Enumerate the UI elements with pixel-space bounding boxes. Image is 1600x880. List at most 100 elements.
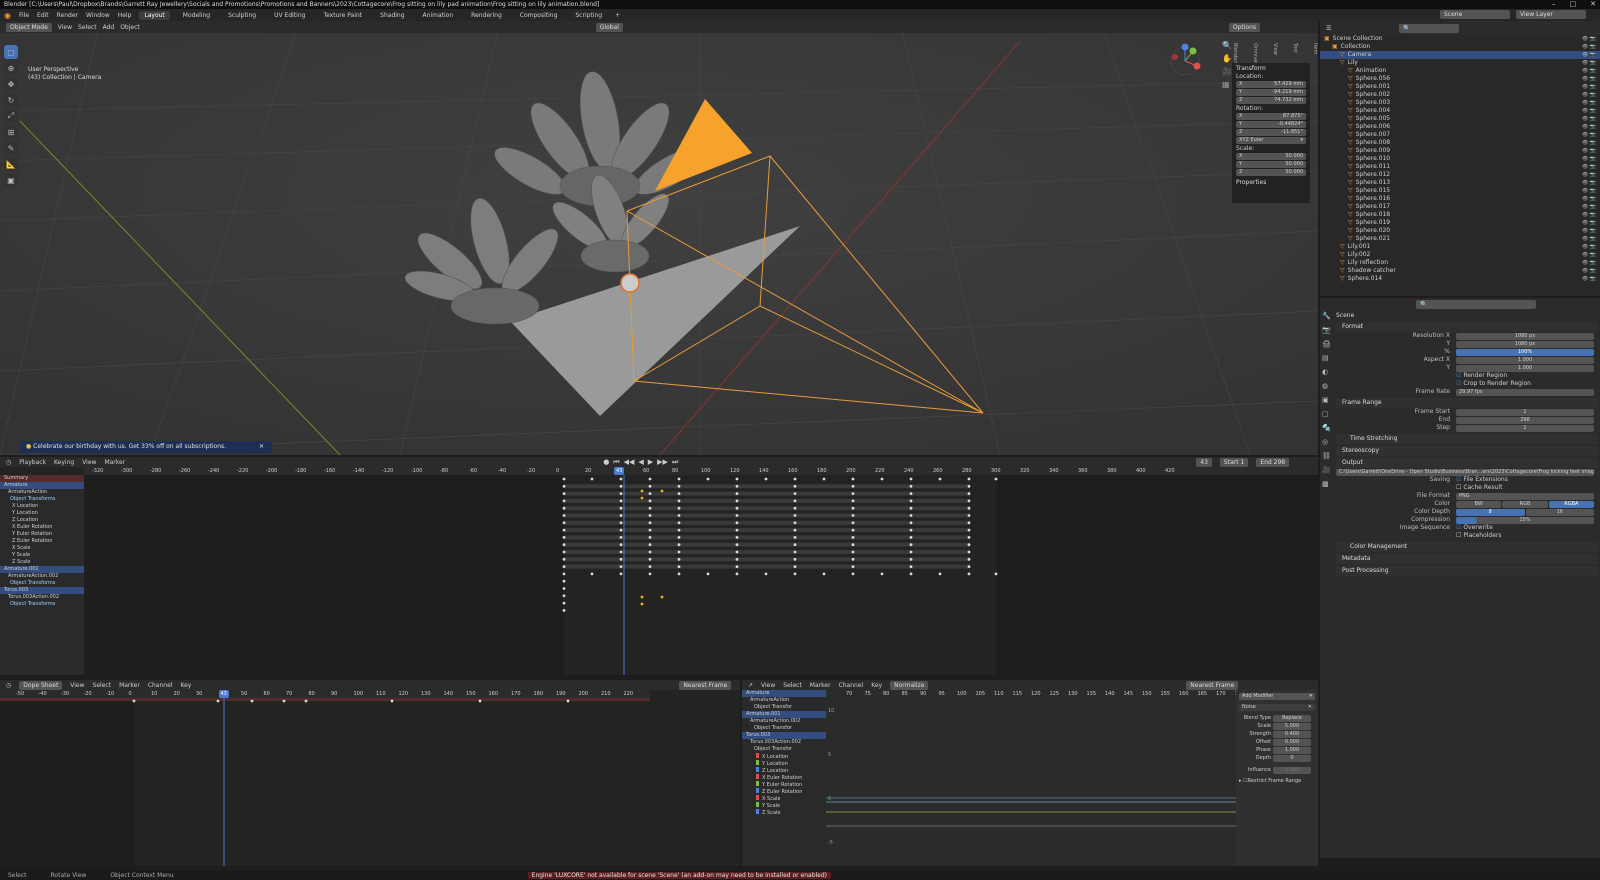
- outliner-row[interactable]: ▽ Sphere.017 👁 📷: [1320, 203, 1600, 211]
- rotation-x-field[interactable]: X 87.875°: [1236, 113, 1306, 120]
- graph-channel[interactable]: Armature.001: [742, 711, 826, 718]
- scale-x-field[interactable]: X 50.000: [1236, 153, 1306, 160]
- frame-rate-select[interactable]: 29.97 fps: [1456, 388, 1594, 396]
- scene-tab-icon[interactable]: ◐: [1322, 368, 1334, 376]
- graph-channel[interactable]: Y Euler Rotation: [742, 781, 826, 788]
- keyframe-marker[interactable]: [562, 572, 566, 576]
- visibility-eye-icon[interactable]: 👁 📷: [1582, 115, 1596, 123]
- outliner-row[interactable]: ▽ Lily 👁 📷: [1320, 59, 1600, 67]
- keyframe-marker[interactable]: [562, 587, 566, 590]
- graph-channel[interactable]: ArmatureAction: [742, 697, 826, 704]
- keyframe-marker[interactable]: [851, 499, 855, 503]
- keyframe-marker[interactable]: [648, 572, 652, 576]
- keyframe-marker[interactable]: [677, 506, 681, 510]
- keyframe-marker[interactable]: [619, 543, 623, 547]
- keyframe-marker[interactable]: [562, 484, 566, 488]
- timeline-channel[interactable]: Object Transforms: [0, 580, 84, 587]
- keyframe-marker[interactable]: [562, 477, 566, 481]
- keyframe-marker[interactable]: [938, 477, 942, 481]
- outliner-row[interactable]: ▽ Sphere.019 👁 📷: [1320, 219, 1600, 227]
- graph-channel[interactable]: Y Location: [742, 760, 826, 767]
- keyframe-marker[interactable]: [967, 543, 971, 547]
- 3d-viewport[interactable]: Object Mode View Select Add Object Globa…: [0, 21, 1318, 455]
- timeline-channel[interactable]: Summary: [0, 475, 84, 482]
- keyframe-marker[interactable]: [909, 484, 913, 488]
- keyframe-marker[interactable]: [880, 572, 884, 576]
- graph-channel[interactable]: Torus.003Action.002: [742, 739, 826, 746]
- timeline-keyframe-area[interactable]: [84, 475, 1318, 675]
- zoom-icon[interactable]: 🔍: [1222, 41, 1232, 50]
- keyframe-marker[interactable]: [851, 550, 855, 554]
- file-extensions-checkbox[interactable]: ☑: [1456, 476, 1461, 484]
- visibility-eye-icon[interactable]: 👁 📷: [1582, 259, 1596, 267]
- visibility-eye-icon[interactable]: 👁 📷: [1582, 59, 1596, 67]
- graph-curve-area[interactable]: 10 5 0 -5: [826, 698, 1236, 866]
- viewport-menu-object[interactable]: Object: [120, 24, 140, 31]
- keyframe-marker[interactable]: [793, 492, 797, 495]
- dopesheet-snap-select[interactable]: Nearest Frame: [679, 680, 732, 690]
- timeline-channel[interactable]: X Scale: [0, 545, 84, 552]
- outliner-row[interactable]: ▽ Lily reflection 👁 📷: [1320, 259, 1600, 267]
- keyframe-marker[interactable]: [793, 536, 797, 539]
- normalize-toggle[interactable]: Normalize: [890, 680, 929, 690]
- dopesheet-menu-marker[interactable]: Marker: [119, 682, 140, 689]
- blend-type-select[interactable]: Replace: [1273, 714, 1311, 722]
- outliner-row[interactable]: ▽ Animation 👁 📷: [1320, 67, 1600, 75]
- keyframe-marker[interactable]: [648, 528, 652, 532]
- outliner-row[interactable]: ▽ Camera 👁 📷: [1320, 51, 1600, 59]
- timeline-channel[interactable]: X Euler Rotation: [0, 524, 84, 531]
- keyframe-marker[interactable]: [562, 557, 566, 561]
- keyframe-marker[interactable]: [909, 557, 913, 561]
- outliner-row[interactable]: ▽ Sphere.001 👁 📷: [1320, 83, 1600, 91]
- keyframe-marker[interactable]: [764, 572, 768, 576]
- scene-selector[interactable]: Scene: [1440, 10, 1510, 19]
- keyframe-marker[interactable]: [735, 514, 739, 517]
- viewport-menu-view[interactable]: View: [58, 24, 72, 31]
- keyframe-marker[interactable]: [909, 572, 913, 576]
- graph-ruler[interactable]: 70 75 80 85 90 95 100 105 110 115 120 125 130 135 140 1…: [826, 690, 1244, 698]
- outliner-row[interactable]: ▽ Sphere.007 👁 📷: [1320, 131, 1600, 139]
- select-box-icon[interactable]: ▢: [4, 45, 18, 59]
- selected-keyframe-marker[interactable]: [640, 595, 644, 599]
- keyframe-marker[interactable]: [967, 528, 971, 532]
- frame-step-field[interactable]: 1: [1456, 424, 1594, 432]
- keyframe-marker[interactable]: [822, 572, 826, 576]
- keyframe-marker[interactable]: [562, 543, 566, 547]
- viewport-options-button[interactable]: Options: [1228, 22, 1261, 32]
- keyframe-marker[interactable]: [793, 543, 797, 547]
- keyframe-marker[interactable]: [735, 572, 739, 576]
- keyframe-marker[interactable]: [994, 477, 998, 481]
- keyframe-marker[interactable]: [677, 557, 681, 561]
- minimize-button[interactable]: –: [1552, 0, 1556, 9]
- keyframe-marker[interactable]: [619, 528, 623, 532]
- timeline-channel[interactable]: Y Location: [0, 510, 84, 517]
- timeline-channel[interactable]: ArmatureAction: [0, 489, 84, 496]
- keyframe-marker[interactable]: [648, 557, 652, 561]
- next-key-icon[interactable]: ▶▶: [657, 458, 668, 467]
- noise-strength-field[interactable]: 0.400: [1273, 730, 1311, 738]
- visibility-eye-icon[interactable]: 👁 📷: [1582, 51, 1596, 59]
- viewport-menu-add[interactable]: Add: [103, 24, 115, 31]
- keyframe-marker[interactable]: [216, 699, 220, 703]
- play-icon[interactable]: ▶: [648, 458, 653, 467]
- keyframe-marker[interactable]: [793, 521, 797, 525]
- keyframe-marker[interactable]: [793, 550, 797, 554]
- graph-channel[interactable]: X Euler Rotation: [742, 774, 826, 781]
- keyframe-marker[interactable]: [677, 536, 681, 539]
- keyframe-marker[interactable]: [562, 521, 566, 525]
- keyframe-marker[interactable]: [390, 699, 394, 703]
- end-frame-field[interactable]: End 298: [1256, 457, 1290, 467]
- timeline-menu-playback[interactable]: Playback: [19, 459, 46, 466]
- outliner-row[interactable]: ▽ Sphere.005 👁 📷: [1320, 115, 1600, 123]
- mode-selector[interactable]: Object Mode: [6, 22, 52, 32]
- cache-result-checkbox[interactable]: ☐: [1456, 484, 1461, 492]
- keyframe-marker[interactable]: [677, 543, 681, 547]
- keyframe-marker[interactable]: [938, 572, 942, 576]
- menu-help[interactable]: Help: [118, 12, 132, 19]
- keyframe-marker[interactable]: [967, 572, 971, 576]
- keyframe-marker[interactable]: [677, 477, 681, 481]
- keyframe-marker[interactable]: [250, 699, 254, 703]
- dopesheet-menu-select[interactable]: Select: [93, 682, 112, 689]
- keyframe-marker[interactable]: [735, 499, 739, 503]
- visibility-eye-icon[interactable]: 👁 📷: [1582, 275, 1596, 283]
